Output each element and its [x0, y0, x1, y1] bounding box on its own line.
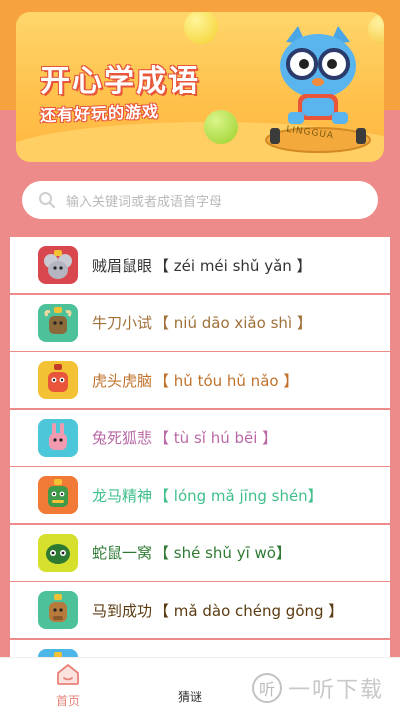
- home-icon: [57, 664, 79, 685]
- emoji-ball-icon: [184, 12, 218, 44]
- list-item[interactable]: 龙马精神【 lóng mǎ jīng shén】: [10, 467, 390, 523]
- idiom-pinyin: 【 zéi méi shǔ yǎn 】: [154, 256, 312, 275]
- idiom-pinyin: 【 mǎ dào chéng gōng 】: [154, 601, 344, 620]
- idiom-word: 兔死狐悲: [92, 429, 153, 447]
- idiom-text: 贼眉鼠眼【 zéi méi shǔ yǎn 】: [92, 255, 312, 276]
- idiom-word: 牛刀小试: [92, 314, 153, 332]
- dragon-icon: [38, 476, 78, 514]
- list-item[interactable]: 虎头虎脑【 hǔ tóu hǔ nǎo 】: [10, 352, 390, 408]
- ox-icon: [38, 303, 78, 342]
- snake-icon: [38, 533, 78, 572]
- idiom-pinyin: 【 niú dāo xiǎo shì 】: [154, 314, 312, 332]
- list-item[interactable]: 贼眉鼠眼【 zéi méi shǔ yǎn 】: [10, 237, 390, 293]
- banner-subtitle: 还有好玩的游戏: [39, 101, 160, 126]
- watermark: 听 一听下载: [252, 672, 384, 704]
- search-placeholder: 输入关键词或者成语首字母: [66, 194, 223, 210]
- list-item[interactable]: 兔死狐悲【 tù sǐ hú bēi 】: [10, 409, 390, 466]
- idiom-pinyin: 【 tù sǐ hú bēi 】: [154, 429, 278, 447]
- tiger-icon: [38, 361, 78, 399]
- idiom-text: 龙马精神【 lóng mǎ jīng shén】: [92, 485, 323, 506]
- list-item[interactable]: [10, 639, 390, 657]
- banner-title: 开心学成语: [40, 64, 200, 99]
- goat-icon: [38, 648, 78, 657]
- idiom-word: 贼眉鼠眼: [92, 256, 153, 275]
- tab-home-label: 首页: [55, 694, 80, 708]
- idiom-text: 蛇鼠一窝【 shé shǔ yī wō】: [92, 542, 291, 563]
- idiom-pinyin: 【 hǔ tóu hǔ nǎo 】: [154, 371, 299, 390]
- horse-icon: [38, 591, 78, 629]
- idiom-word: 蛇鼠一窝: [92, 544, 153, 562]
- list-item[interactable]: 蛇鼠一窝【 shé shǔ yī wō】: [10, 524, 390, 581]
- search-icon: [39, 192, 56, 209]
- idiom-pinyin: 【 lóng mǎ jīng shén】: [154, 486, 323, 505]
- list-item[interactable]: 牛刀小试【 niú dāo xiǎo shì 】: [10, 294, 390, 351]
- idiom-word: 马到成功: [92, 601, 153, 620]
- rabbit-icon: [38, 418, 78, 457]
- watermark-text: 一听下载: [288, 678, 385, 703]
- idiom-text: 马到成功【 mǎ dào chéng gōng 】: [92, 600, 343, 621]
- idiom-text: 兔死狐悲【 tù sǐ hú bēi 】: [92, 427, 277, 448]
- mouse-icon: [38, 246, 78, 284]
- banner[interactable]: 开心学成语 还有好玩的游戏 LINGGUA: [16, 12, 384, 162]
- idiom-text: 牛刀小试【 niú dāo xiǎo shì 】: [92, 312, 312, 333]
- idiom-list[interactable]: 贼眉鼠眼【 zéi méi shǔ yǎn 】 牛刀小试【 niú dāo xi…: [10, 237, 390, 657]
- watermark-logo: 听: [252, 673, 282, 703]
- list-item[interactable]: 马到成功【 mǎ dào chéng gōng 】: [10, 582, 390, 638]
- search-bar[interactable]: 输入关键词或者成语首字母: [22, 181, 378, 219]
- idiom-pinyin: 【 shé shǔ yī wō】: [154, 544, 291, 562]
- idiom-word: 龙马精神: [92, 486, 153, 505]
- tab-guess[interactable]: 猜谜: [160, 688, 220, 705]
- idiom-word: 虎头虎脑: [92, 371, 153, 390]
- tab-guess-label: 猜谜: [177, 690, 202, 704]
- idiom-text: 虎头虎脑【 hǔ tóu hǔ nǎo 】: [92, 370, 298, 391]
- emoji-ball-icon: [204, 110, 238, 144]
- tab-home[interactable]: 首页: [48, 662, 88, 709]
